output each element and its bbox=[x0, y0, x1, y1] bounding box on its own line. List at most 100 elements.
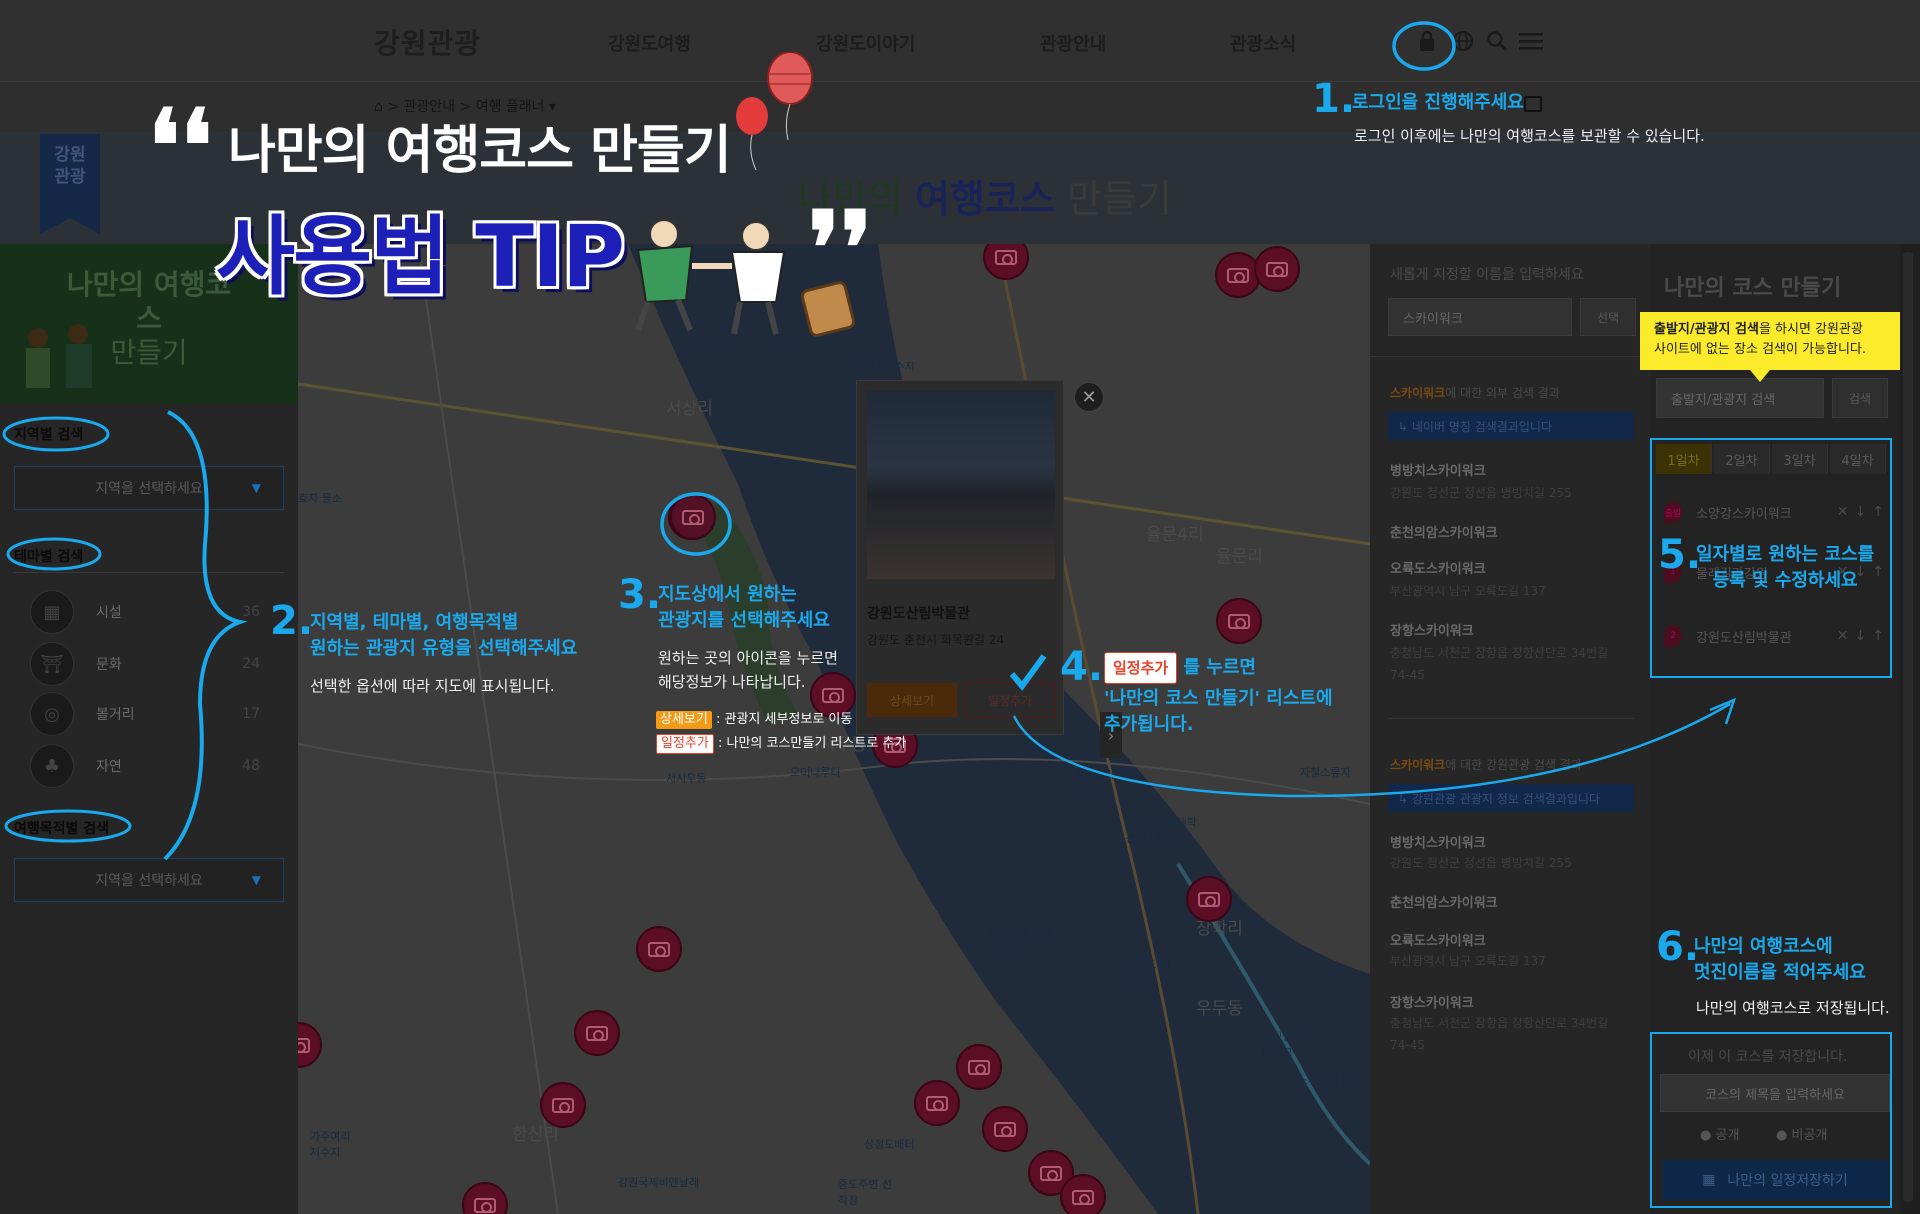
place-title: 강원도산림박물관 bbox=[867, 606, 971, 622]
camera-icon bbox=[552, 1097, 574, 1113]
result-title[interactable]: 춘천의암스카이워크 bbox=[1390, 522, 1498, 541]
result-title[interactable]: 오륙도스카이워크 bbox=[1390, 558, 1486, 577]
menu-item-guide[interactable]: 관광안내 bbox=[1040, 30, 1106, 56]
tip-number-3: 3. bbox=[618, 572, 662, 618]
map-label: 가주여리 저수지 bbox=[310, 1130, 351, 1159]
search-icon[interactable] bbox=[1480, 24, 1514, 58]
tip-number-1: 1. bbox=[1312, 76, 1356, 122]
add-tag: 일정추가 bbox=[656, 734, 714, 754]
pin-highlight-circle bbox=[660, 492, 732, 556]
divider bbox=[1370, 356, 1650, 357]
map-label: 한국폴리텍대학 춘천2캠퍼스 bbox=[1126, 816, 1197, 845]
name-input[interactable]: 스카이워크 bbox=[1388, 298, 1572, 336]
camera-icon bbox=[995, 249, 1017, 265]
result-title[interactable]: 병방치스카이워크 bbox=[1390, 460, 1486, 479]
map-pin[interactable] bbox=[982, 1106, 1028, 1152]
tip-2-heading: 지역별, 테마별, 여행목적별 원하는 관광지 유형을 선택해주세요 bbox=[310, 610, 577, 662]
map-pin[interactable] bbox=[540, 1082, 586, 1128]
side-ribbon: 강원 관광 bbox=[40, 134, 100, 234]
travelers-illustration bbox=[635, 219, 856, 337]
site-logo[interactable]: 강원관광 bbox=[374, 22, 481, 62]
side-ribbon-line2: 관광 bbox=[54, 167, 86, 187]
tooltip-bold: 출발지/관광지 검색 bbox=[1654, 322, 1759, 337]
place-search-input[interactable]: 출발지/관광지 검색 bbox=[1656, 378, 1824, 418]
map-label: 노루목저수지 bbox=[1298, 1074, 1359, 1087]
map-pin[interactable] bbox=[1216, 598, 1262, 644]
place-photo bbox=[867, 391, 1055, 579]
tip-4-heading-line1: 를 누르면 bbox=[1183, 657, 1256, 678]
map-label: 서상리 bbox=[666, 399, 713, 419]
place-search-button[interactable]: 검색 bbox=[1832, 378, 1888, 418]
lock-highlight-circle bbox=[1392, 21, 1456, 71]
tip-3-body-line1: 원하는 곳의 아이콘을 누르면 bbox=[658, 649, 838, 667]
hikers-illustration bbox=[26, 324, 92, 388]
tip-6-heading: 나만의 여행코스에 멋진이름을 적어주세요 bbox=[1694, 934, 1866, 986]
tip-5-heading: 일자별로 원하는 코스를 등록 및 수정하세요 bbox=[1696, 542, 1874, 594]
camera-icon bbox=[586, 1025, 608, 1041]
external-results-heading: 스카이워크에 대한 외부 검색 결과 bbox=[1390, 384, 1560, 401]
tip-number-5: 5. bbox=[1658, 532, 1702, 578]
menu-item-story[interactable]: 강원도이야기 bbox=[816, 30, 915, 56]
map-label: 율문리 bbox=[1216, 547, 1263, 567]
result-title[interactable]: 춘천의암스카이워크 bbox=[1390, 892, 1498, 911]
map-label: 서시우동 bbox=[666, 772, 707, 785]
tooltip-text1: 을 하시면 강원관광 bbox=[1758, 322, 1863, 337]
map-pin[interactable] bbox=[1186, 876, 1232, 922]
tip-3-legend-add: 일정추가 : 나만의 코스만들기 리스트로 추가 bbox=[656, 732, 906, 754]
tip-2-heading-line2: 원하는 관광지 유형을 선택해주세요 bbox=[310, 638, 578, 659]
camera-icon bbox=[968, 1059, 990, 1075]
tip-2-heading-line1: 지역별, 테마별, 여행목적별 bbox=[310, 612, 519, 633]
map-pin[interactable] bbox=[956, 1044, 1002, 1090]
map-pin[interactable] bbox=[1060, 1174, 1106, 1214]
close-icon[interactable]: ✕ bbox=[1074, 382, 1104, 412]
result-title[interactable]: 오륙도스카이워크 bbox=[1390, 930, 1486, 949]
camera-icon bbox=[1040, 1165, 1062, 1181]
map-label: 중도주변 선착장 bbox=[838, 1178, 893, 1207]
camera-icon bbox=[1198, 891, 1220, 907]
place-address: 강원도 춘천시 화목원길 24 bbox=[867, 633, 1005, 647]
purpose-select-value: 지역을 선택하세요 bbox=[95, 873, 203, 889]
tip-title: 사용법 TIP bbox=[216, 207, 625, 307]
result-address: 충청남도 서천군 장항읍 장항산단로 34번길 74-45 bbox=[1390, 1016, 1609, 1052]
result-address: 강원도 정선군 정선읍 병방치길 255 bbox=[1390, 856, 1572, 870]
detail-button[interactable]: 상세보기 bbox=[867, 683, 957, 717]
search-tooltip: 출발지/관광지 검색을 하시면 강원관광 사이트에 없는 장소 검색이 가능합니… bbox=[1640, 312, 1900, 382]
map-pin[interactable] bbox=[636, 926, 682, 972]
tooltip-text2: 사이트에 없는 장소 검색이 가능합니다. bbox=[1654, 342, 1867, 357]
map-pin[interactable] bbox=[1254, 246, 1300, 292]
map-label: 우두동 bbox=[1196, 999, 1243, 1019]
menu-item-travel[interactable]: 강원도여행 bbox=[608, 30, 691, 56]
camera-icon bbox=[1266, 261, 1288, 277]
map-label: 지내리저수지 bbox=[854, 360, 915, 373]
map-pin[interactable] bbox=[574, 1010, 620, 1056]
camera-icon bbox=[1072, 1189, 1094, 1205]
result-title[interactable]: 병방치스카이워크 bbox=[1390, 832, 1486, 851]
menu-item-news[interactable]: 관광소식 bbox=[1230, 30, 1296, 56]
top-navigation bbox=[0, 0, 1920, 82]
print-icon[interactable] bbox=[1524, 96, 1542, 112]
map-label: 율문4리 bbox=[1146, 525, 1204, 545]
result-address: 부산광역시 남구 오륙도길 137 bbox=[1390, 584, 1546, 598]
purpose-select[interactable]: 지역을 선택하세요 ▼ bbox=[14, 858, 284, 902]
camera-icon bbox=[298, 1037, 310, 1053]
open-quote-mark: ❛❛ bbox=[148, 87, 213, 205]
camera-icon bbox=[474, 1197, 496, 1213]
camera-icon bbox=[1228, 613, 1250, 629]
map-label: 한림성심 대학교 bbox=[1262, 1030, 1303, 1059]
side-ribbon-line1: 강원 bbox=[54, 145, 86, 165]
page-title-part2: 여행코스 bbox=[914, 177, 1055, 221]
result-title[interactable]: 장항스카이워크 bbox=[1390, 620, 1474, 639]
naver-results-bar: ↳ 네이버 명칭 검색결과입니다 bbox=[1388, 412, 1634, 440]
hamburger-menu-icon[interactable] bbox=[1514, 24, 1548, 58]
page-title-part3: 만들기 bbox=[1066, 177, 1172, 221]
tip-3-heading: 지도상에서 원하는 관광지를 선택해주세요 bbox=[658, 582, 830, 634]
scrollbar-thumb[interactable] bbox=[1903, 252, 1913, 1202]
map-pin[interactable] bbox=[914, 1080, 960, 1126]
name-select-button[interactable]: 선택 bbox=[1580, 298, 1636, 336]
camera-icon bbox=[926, 1095, 948, 1111]
result-title[interactable]: 장항스카이워크 bbox=[1390, 992, 1474, 1011]
tip-3-legend-detail: 상세보기 : 관광지 세부정보로 이동 bbox=[656, 708, 852, 729]
camera-icon bbox=[1227, 267, 1249, 283]
map-label: 상정도배터 bbox=[864, 1138, 915, 1151]
result-address: 부산광역시 남구 오륙도길 137 bbox=[1390, 954, 1546, 968]
